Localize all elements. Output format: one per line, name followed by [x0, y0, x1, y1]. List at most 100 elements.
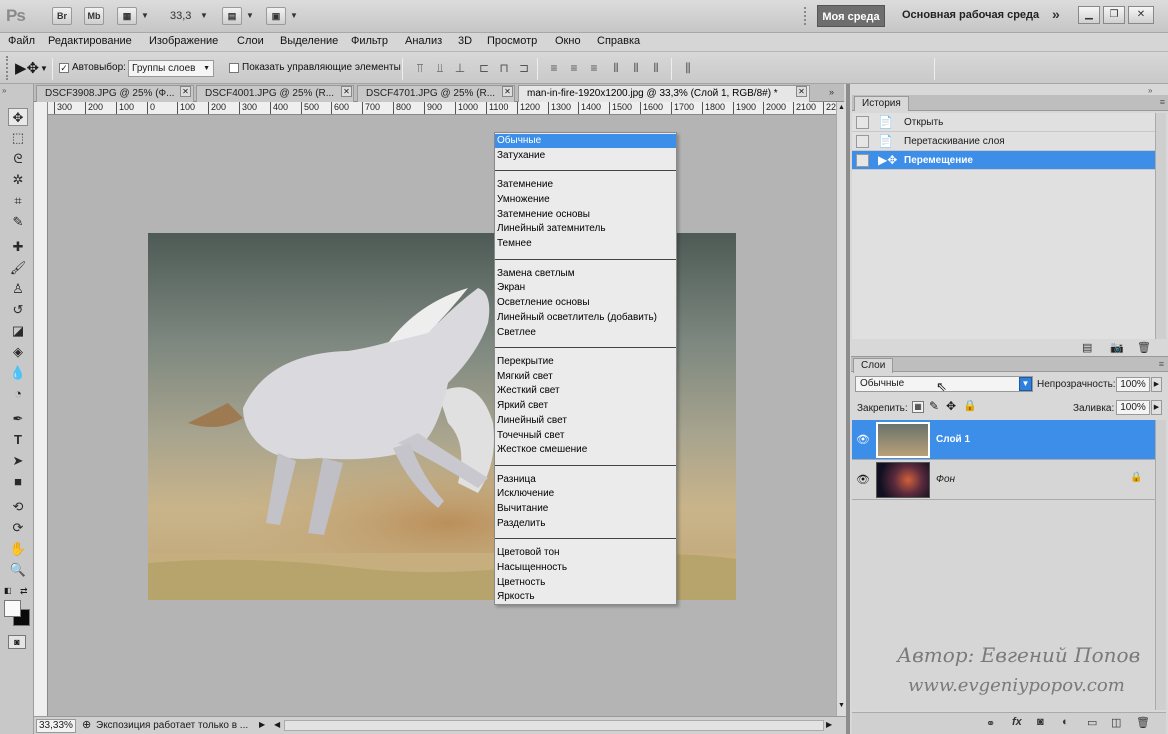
blend-option-hue[interactable]: Цветовой тон [495, 546, 676, 560]
path-selection-icon[interactable]: ➤ [8, 452, 28, 470]
workspace-more-button[interactable]: » [1052, 6, 1060, 22]
3d-rotate-icon[interactable]: ⟲ [8, 498, 28, 516]
align-horizontal-center-icon[interactable]: ⊓ [497, 61, 511, 75]
blend-option-subtract[interactable]: Вычитание [495, 502, 676, 516]
visibility-eye-icon[interactable]: 👁 [856, 433, 870, 447]
rectangle-tool-icon[interactable]: ■ [8, 473, 28, 491]
eyedropper-icon[interactable]: ✎ [8, 213, 28, 231]
move-tool-icon[interactable]: ▶✥ [15, 59, 39, 77]
autoselect-target-select[interactable]: Группы слоев ▼ [128, 60, 214, 77]
default-colors-icon[interactable]: ◧ [4, 586, 12, 595]
crop-tool-icon[interactable]: ⌗ [8, 192, 28, 210]
menu-window[interactable]: Окно [555, 35, 581, 47]
blend-option-lighten[interactable]: Замена светлым [495, 267, 676, 281]
blend-option-color-burn[interactable]: Затемнение основы [495, 208, 676, 222]
marquee-tool-icon[interactable]: ⬚ [8, 129, 28, 147]
blur-tool-icon[interactable]: 💧 [8, 364, 28, 382]
status-menu-arrow-icon[interactable]: ▶ [259, 720, 265, 729]
menu-edit[interactable]: Редактирование [48, 35, 132, 47]
layer-row[interactable]: 👁 Фон 🔒 [852, 460, 1155, 500]
move-tool-icon[interactable]: ✥ [8, 108, 28, 126]
tab-document-active[interactable]: man-in-fire-1920x1200.jpg @ 33,3% (Слой … [518, 85, 810, 102]
blend-option-difference[interactable]: Разница [495, 473, 676, 487]
lock-transparency-icon[interactable]: ▦ [912, 401, 924, 413]
workspace-essentials-button[interactable]: Основная рабочая среда [902, 9, 1039, 21]
layer-name[interactable]: Фон [936, 474, 955, 485]
history-scrollbar[interactable] [1155, 113, 1166, 339]
panel-menu-icon[interactable]: ≡ [1160, 97, 1165, 107]
visibility-eye-icon[interactable]: 👁 [856, 473, 870, 487]
bridge-button[interactable]: Br [52, 7, 72, 25]
chevron-down-icon[interactable]: ▼ [1019, 377, 1032, 391]
show-transform-controls-checkbox[interactable] [229, 63, 239, 73]
trash-icon[interactable]: 🗑 [1137, 341, 1151, 354]
layers-scrollbar[interactable] [1155, 420, 1166, 710]
distribute-right-icon[interactable]: ⦀ [649, 61, 663, 75]
collapse-panel-icon[interactable]: » [2, 86, 6, 95]
zoom-tool-icon[interactable]: 🔍 [8, 561, 28, 579]
new-group-icon[interactable]: ▭ [1087, 716, 1097, 729]
collapse-panel-icon[interactable]: » [1148, 86, 1152, 95]
zoom-input[interactable]: 33,33% [36, 719, 76, 733]
tab-history[interactable]: История [854, 96, 909, 111]
blend-option-color-dodge[interactable]: Осветление основы [495, 296, 676, 310]
lock-position-icon[interactable]: ✥ [946, 399, 956, 413]
blend-option-multiply[interactable]: Умножение [495, 193, 676, 207]
blend-option-hard-mix[interactable]: Жесткое смешение [495, 443, 676, 457]
blend-option-exclusion[interactable]: Исключение [495, 487, 676, 501]
tab-document-3[interactable]: DSCF4701.JPG @ 25% (R... [357, 85, 515, 102]
menu-analysis[interactable]: Анализ [405, 35, 442, 47]
dodge-tool-icon[interactable]: ◔ [8, 385, 28, 403]
more-tabs-icon[interactable]: » [829, 87, 834, 97]
chevron-down-icon[interactable]: ▼ [290, 11, 298, 20]
blend-option-saturation[interactable]: Насыщенность [495, 561, 676, 575]
menu-image[interactable]: Изображение [149, 35, 218, 47]
blend-option-normal[interactable]: Обычные [495, 134, 676, 148]
magic-wand-icon[interactable]: ✲ [8, 171, 28, 189]
distribute-bottom-icon[interactable]: ≡ [587, 61, 601, 75]
layer-style-fx-icon[interactable]: fx [1012, 716, 1022, 728]
menu-3d[interactable]: 3D [458, 35, 472, 47]
blend-option-vivid-light[interactable]: Яркий свет [495, 399, 676, 413]
opacity-input[interactable]: 100% [1116, 377, 1150, 392]
blend-option-luminosity[interactable]: Яркость [495, 590, 676, 604]
fill-slider-toggle[interactable]: ▶ [1151, 400, 1162, 415]
maximize-icon[interactable]: ❐ [1103, 6, 1125, 24]
tab-document-1[interactable]: DSCF3908.JPG @ 25% (Ф... [36, 85, 194, 102]
auto-align-layers-icon[interactable]: ⫼ [681, 61, 695, 75]
menu-file[interactable]: Файл [8, 35, 35, 47]
create-snapshot-icon[interactable]: 📷 [1110, 341, 1124, 354]
adjustment-layer-icon[interactable]: ◐ [1062, 716, 1069, 728]
distribute-left-icon[interactable]: ⦀ [609, 61, 623, 75]
distribute-horizontal-center-icon[interactable]: ⦀ [629, 61, 643, 75]
scroll-right-icon[interactable]: ▶ [826, 720, 832, 729]
menu-view[interactable]: Просмотр [487, 35, 537, 47]
scroll-up-icon[interactable]: ▲ [838, 104, 845, 111]
blend-option-linear-dodge[interactable]: Линейный осветлитель (добавить) [495, 311, 676, 325]
history-item[interactable]: 📄 Открыть [852, 113, 1155, 132]
menu-select[interactable]: Выделение [280, 35, 338, 47]
link-layers-icon[interactable]: ⚭ [986, 717, 995, 730]
snapshot-from-document-icon[interactable]: ▤ [1082, 341, 1092, 354]
foreground-color-swatch[interactable] [4, 600, 21, 617]
arrange-documents-button[interactable]: ▤ [222, 7, 242, 25]
scroll-down-icon[interactable]: ▼ [838, 702, 845, 709]
close-icon[interactable]: ✕ [796, 86, 807, 97]
history-brush-source-box[interactable] [856, 116, 869, 129]
panel-dock-divider[interactable] [846, 84, 850, 734]
autoselect-checkbox[interactable]: ✓ [59, 63, 69, 73]
screen-mode-button[interactable]: ▣ [266, 7, 286, 25]
blend-option-linear-burn[interactable]: Линейный затемнитель [495, 222, 676, 236]
align-bottom-icon[interactable]: ⊥ [453, 61, 467, 75]
align-vertical-center-icon[interactable]: ⫫ [433, 61, 447, 75]
layer-name[interactable]: Слой 1 [936, 434, 970, 445]
chevron-down-icon[interactable]: ▼ [200, 11, 208, 20]
align-top-icon[interactable]: ⫪ [413, 61, 427, 75]
paint-bucket-icon[interactable]: ◈ [8, 343, 28, 361]
distribute-vertical-center-icon[interactable]: ≡ [567, 61, 581, 75]
blend-option-overlay[interactable]: Перекрытие [495, 355, 676, 369]
healing-brush-icon[interactable]: ✚ [8, 238, 28, 256]
trash-icon[interactable]: 🗑 [1136, 716, 1150, 729]
align-right-icon[interactable]: ⊐ [517, 61, 531, 75]
workspace-my-button[interactable]: Моя среда [817, 5, 885, 27]
